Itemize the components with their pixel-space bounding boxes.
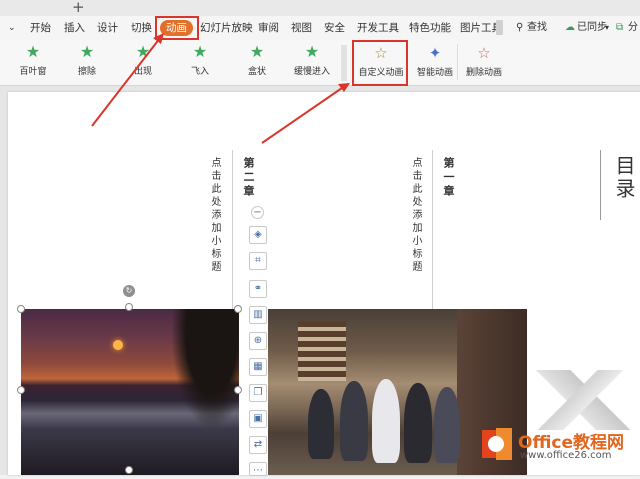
resize-handle[interactable] [125,466,133,474]
smart-animation-icon: ✦ [428,44,442,62]
highlight-custom-animation [352,40,408,86]
resize-handle[interactable] [234,305,242,313]
anim-label: 擦除 [77,67,96,77]
person [340,381,368,461]
collapse-icon[interactable]: ⌄ [8,16,16,40]
resize-handle[interactable] [234,386,242,394]
anim-label: 缓慢进入 [293,67,330,77]
chevron-down-icon[interactable]: ▾ [605,16,609,40]
person [308,389,334,459]
chapter2-divider [232,150,233,310]
menu-item-design[interactable]: 设计 [97,16,118,40]
chapter1-subtitle-placeholder[interactable]: 点击此处添加小标题 [408,157,423,274]
sunset-photo[interactable] [21,309,239,475]
person [434,387,460,463]
search-label[interactable]: 查找 [527,16,547,40]
mountain-decoration [528,370,640,430]
sync-status[interactable]: 已同步 [577,16,607,40]
crop-icon[interactable]: ⌗ [249,252,267,270]
share-label[interactable]: 分 [628,16,638,40]
gallery-scrollbar[interactable] [341,45,347,81]
highlight-animation-tab [155,16,199,40]
more-icon[interactable]: ⋯ [249,462,267,476]
bookshelf [298,321,346,381]
resize-handle[interactable] [17,386,25,394]
chapter2-label[interactable]: 第二章 [240,157,256,199]
menu-item-slideshow[interactable]: 幻灯片放映 [200,16,253,40]
menu-item-insert[interactable]: 插入 [64,16,85,40]
menu-item-view[interactable]: 视图 [291,16,312,40]
menu-item-transition[interactable]: 切换 [131,16,152,40]
border-icon[interactable]: ▦ [249,358,267,376]
tree-silhouette [171,309,239,429]
chapter1-divider [432,150,433,310]
copy-icon[interactable]: ❐ [249,384,267,402]
star-icon: ★ [192,42,208,61]
menu-item-developer[interactable]: 开发工具 [357,16,399,40]
link-icon[interactable]: ⚭ [249,280,267,298]
anim-box[interactable]: ★ 盒状 [230,40,284,85]
anim-wipe[interactable]: ★ 擦除 [60,40,114,85]
person [372,379,400,463]
split-icon[interactable]: ▥ [249,306,267,324]
replace-icon[interactable]: ⇄ [249,436,267,454]
search-icon[interactable]: ⚲ [516,16,523,40]
anim-slow-in[interactable]: ★ 缓慢进入 [285,40,339,85]
anim-label: 出现 [133,67,152,77]
smart-animation-button[interactable]: ✦ 智能动画 [410,40,460,85]
star-icon: ★ [135,42,151,61]
resize-handle[interactable] [125,303,133,311]
sun-shape [113,340,123,350]
tool-label: 删除动画 [465,68,502,78]
window-tab-strip: + [0,0,640,17]
delete-animation-icon: ☆ [477,44,491,62]
star-icon: ★ [249,42,265,61]
anim-label: 盒状 [247,67,266,77]
anim-label: 百叶窗 [19,67,47,77]
star-icon: ★ [79,42,95,61]
tool-label: 智能动画 [416,68,453,78]
delete-animation-button[interactable]: ☆ 删除动画 [461,40,507,85]
menu-item-security[interactable]: 安全 [324,16,345,40]
menu-item-review[interactable]: 审阅 [258,16,279,40]
watermark-url: www.office26.com [520,450,612,461]
anim-fly-in[interactable]: ★ 飞入 [173,40,227,85]
cloud-sync-icon[interactable]: ☁ [565,16,575,40]
image-icon[interactable]: ▣ [249,410,267,428]
chapter1-label[interactable]: 第一章 [440,157,456,199]
star-icon: ★ [25,42,41,61]
anim-label: 飞入 [190,67,209,77]
resize-handle[interactable] [17,305,25,313]
rotate-handle-icon[interactable]: ↻ [123,285,135,297]
anim-blinds[interactable]: ★ 百叶窗 [6,40,60,85]
title-divider [600,150,601,220]
toolbar-separator [457,44,458,80]
star-icon: ★ [304,42,320,61]
person [404,383,432,463]
menu-scroll-handle[interactable] [496,20,503,35]
zoom-icon[interactable]: ⊕ [249,332,267,350]
toc-title[interactable]: 目录 [610,155,639,201]
share-icon[interactable]: ⧉ [616,16,623,40]
layer-icon[interactable]: ◈ [249,226,267,244]
watermark: Office教程网 www.office26.com [478,424,640,475]
office-logo-icon [478,426,514,462]
anim-appear[interactable]: ★ 出现 [116,40,170,85]
chapter2-subtitle-placeholder[interactable]: 点击此处添加小标题 [207,157,222,274]
new-tab-button[interactable]: + [72,0,85,16]
menu-item-home[interactable]: 开始 [30,16,51,40]
menu-item-features[interactable]: 特色功能 [409,16,451,40]
collapse-tools-icon[interactable]: − [251,206,264,219]
